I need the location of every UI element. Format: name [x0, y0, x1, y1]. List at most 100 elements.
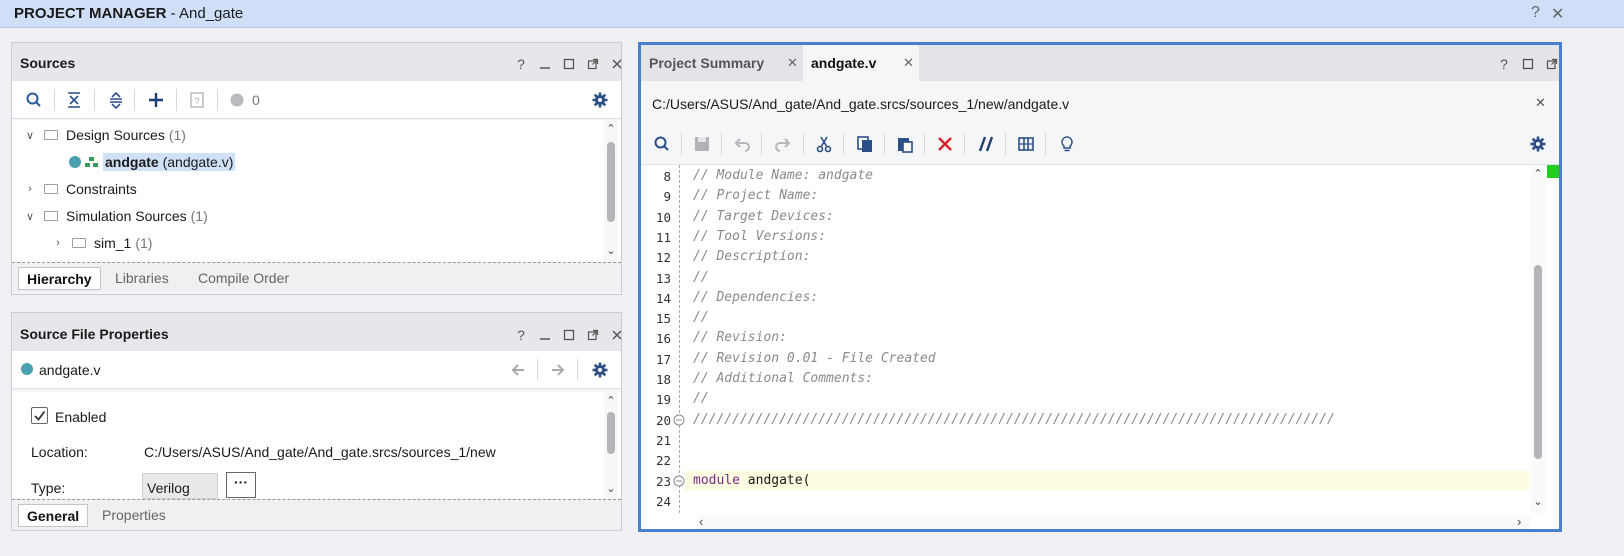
hierarchy-icon	[85, 157, 98, 167]
save-icon[interactable]	[690, 132, 714, 156]
cut-icon[interactable]	[812, 132, 836, 156]
scroll-down-icon[interactable]: ⌄	[1531, 495, 1545, 508]
properties-toolbar: andgate.v	[12, 351, 621, 389]
float-icon[interactable]	[1545, 57, 1559, 71]
properties-view-tabs: General Properties	[12, 499, 621, 530]
scroll-left-icon[interactable]: ‹	[699, 514, 703, 529]
scroll-thumb[interactable]	[607, 142, 615, 222]
folder-icon	[44, 130, 58, 140]
minimize-icon[interactable]	[538, 328, 552, 342]
add-sources-icon[interactable]	[144, 88, 168, 112]
editor-window-controls: ?	[1497, 56, 1559, 72]
tree-item-design-sources[interactable]: ∨ Design Sources (1)	[24, 123, 186, 147]
file-path-bar: C:/Users/ASUS/And_gate/And_gate.srcs/sou…	[641, 81, 1559, 123]
close-tab-icon[interactable]: ✕	[903, 45, 914, 81]
undo-icon[interactable]	[730, 132, 754, 156]
editor-hscroll[interactable]: ‹ ›	[697, 514, 1531, 529]
scroll-down-icon[interactable]: ⌄	[604, 482, 618, 495]
float-icon[interactable]	[586, 328, 600, 342]
tab-project-summary[interactable]: Project Summary ✕	[641, 45, 803, 81]
close-icon[interactable]	[610, 328, 624, 342]
code-editor[interactable]: 8 // Module Name: andgate 9 // Project Name…	[641, 165, 1529, 513]
code-line: // Description:	[693, 249, 811, 265]
tree-item-sim-1[interactable]: › sim_1 (1)	[52, 231, 152, 255]
scroll-thumb[interactable]	[607, 412, 615, 454]
line-number: 18	[655, 372, 671, 387]
help-icon[interactable]: ?	[514, 56, 528, 72]
tree-item-constraints[interactable]: › Constraints	[24, 177, 137, 201]
fold-marker-icon[interactable]	[673, 475, 685, 487]
tree-item-andgate[interactable]: andgate (andgate.v)	[68, 150, 236, 174]
tab-libraries[interactable]: Libraries	[107, 267, 177, 290]
paste-icon[interactable]	[893, 132, 917, 156]
chevron-down-icon[interactable]: ∨	[24, 210, 36, 223]
type-more-button[interactable]: ···	[226, 472, 256, 498]
chevron-down-icon[interactable]: ∨	[24, 129, 36, 142]
forward-arrow-icon[interactable]	[546, 358, 570, 382]
tree-item-simulation-sources[interactable]: ∨ Simulation Sources (1)	[24, 204, 208, 228]
column-select-icon[interactable]	[1014, 132, 1038, 156]
no-errors-marker[interactable]	[1547, 165, 1559, 178]
code-line: // Dependencies:	[693, 289, 819, 305]
editor-vscroll[interactable]: ⌃ ⌄	[1531, 165, 1545, 513]
maximize-icon[interactable]	[562, 328, 576, 342]
close-path-icon[interactable]: ✕	[1535, 95, 1546, 111]
gear-icon[interactable]	[1526, 132, 1550, 156]
line-number: 10	[655, 209, 671, 225]
copy-icon[interactable]	[853, 132, 877, 156]
fold-column	[679, 165, 680, 513]
sources-scrollbar[interactable]: ⌃ ⌄	[604, 120, 618, 262]
type-field[interactable]: Verilog	[142, 473, 218, 499]
enabled-checkbox[interactable]	[31, 407, 48, 424]
help-icon[interactable]: ?	[514, 327, 528, 343]
properties-scrollbar[interactable]: ⌃ ⌄	[604, 392, 618, 499]
chevron-right-icon[interactable]: ›	[24, 183, 36, 195]
gear-icon[interactable]	[588, 88, 612, 112]
help-icon[interactable]: ?	[1531, 4, 1540, 22]
source-help-icon[interactable]: ?	[185, 88, 209, 112]
expand-all-icon[interactable]	[104, 88, 128, 112]
tab-compile-order[interactable]: Compile Order	[190, 267, 297, 290]
line-number: 20	[655, 412, 671, 428]
lightbulb-icon[interactable]	[1055, 132, 1079, 156]
gear-icon[interactable]	[588, 358, 612, 382]
search-icon[interactable]	[22, 88, 46, 112]
collapse-all-icon[interactable]	[62, 88, 86, 112]
redo-icon[interactable]	[771, 132, 795, 156]
scroll-up-icon[interactable]: ⌃	[604, 394, 618, 407]
line-number: 14	[655, 290, 671, 306]
close-tab-icon[interactable]: ✕	[787, 45, 798, 81]
scroll-thumb[interactable]	[1534, 265, 1542, 459]
line-number: 24	[655, 493, 671, 509]
scroll-right-icon[interactable]: ›	[1517, 514, 1521, 529]
fold-marker-icon[interactable]	[673, 414, 685, 426]
toggle-comment-icon[interactable]	[974, 132, 998, 156]
maximize-icon[interactable]	[562, 57, 576, 71]
scroll-down-icon[interactable]: ⌄	[604, 244, 618, 257]
tab-general[interactable]: General	[18, 504, 89, 527]
scroll-up-icon[interactable]: ⌃	[1531, 167, 1545, 180]
tab-hierarchy[interactable]: Hierarchy	[18, 267, 101, 290]
folder-icon	[72, 238, 86, 248]
search-icon[interactable]	[650, 132, 674, 156]
sources-panel: Sources ? ? 0 ∨ Design Sources (1) andga…	[11, 42, 622, 295]
close-icon[interactable]	[610, 57, 624, 71]
scroll-up-icon[interactable]: ⌃	[604, 122, 618, 135]
file-status-icon	[20, 362, 34, 376]
float-icon[interactable]	[586, 57, 600, 71]
minimize-icon[interactable]	[538, 57, 552, 71]
line-number: 9	[663, 189, 671, 205]
sources-toolbar: ? 0	[12, 81, 621, 119]
help-icon[interactable]: ?	[1497, 56, 1511, 72]
code-line: //	[693, 310, 709, 326]
tab-properties[interactable]: Properties	[94, 504, 174, 527]
properties-file-name: andgate.v	[39, 362, 101, 378]
delete-icon[interactable]	[933, 132, 957, 156]
status-dot-icon	[225, 88, 249, 112]
chevron-right-icon[interactable]: ›	[52, 237, 64, 249]
code-line: // Tool Versions:	[693, 228, 827, 244]
maximize-icon[interactable]	[1521, 57, 1535, 71]
back-arrow-icon[interactable]	[506, 358, 530, 382]
tab-andgate-v[interactable]: andgate.v ✕	[803, 45, 919, 81]
close-icon[interactable]: ✕	[1551, 4, 1564, 24]
